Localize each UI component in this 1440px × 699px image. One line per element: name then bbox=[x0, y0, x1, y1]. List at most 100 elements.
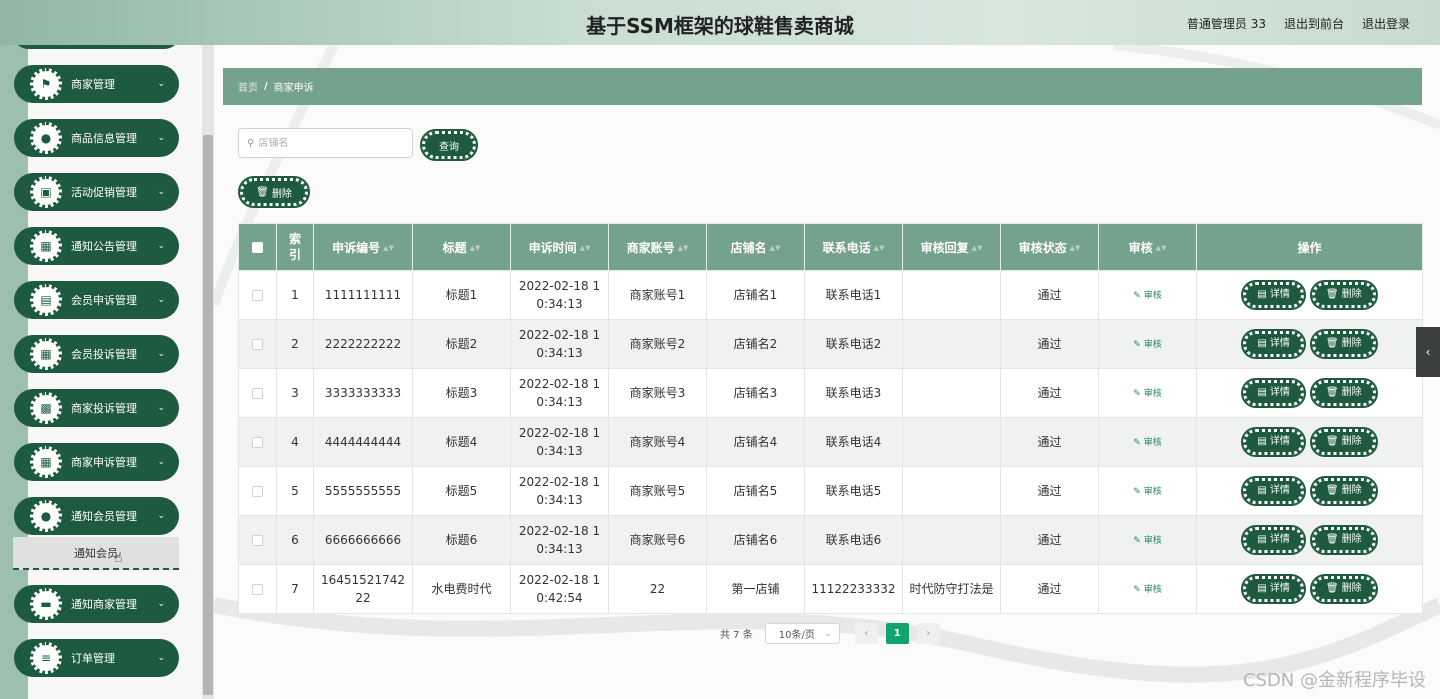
batch-delete-button[interactable]: 🗑 删除 bbox=[238, 176, 310, 208]
col-header-phone[interactable]: 联系电话 ▲▼ bbox=[804, 223, 903, 271]
cell-phone: 联系电话3 bbox=[804, 368, 903, 418]
audit-link[interactable]: ✎ 审核 bbox=[1133, 438, 1161, 448]
sidebar-item[interactable]: ▦ 会员投诉管理 ⌄ bbox=[14, 335, 179, 373]
sidebar-item[interactable]: ▬ 通知商家管理 ⌄ bbox=[14, 585, 179, 623]
audit-link[interactable]: ✎ 审核 bbox=[1133, 536, 1161, 546]
delete-button[interactable]: 🗑 删除 bbox=[1309, 525, 1378, 555]
sort-icon[interactable]: ▲▼ bbox=[874, 244, 885, 252]
row-select-cell[interactable] bbox=[238, 319, 277, 369]
breadcrumb: 首页 / 商家申诉 bbox=[223, 68, 1422, 105]
cell-no: 4444444444 bbox=[313, 417, 413, 467]
detail-button[interactable]: ▤ 详情 bbox=[1241, 476, 1306, 506]
query-button[interactable]: 查询 bbox=[420, 129, 478, 161]
back-to-front-link[interactable]: 退出到前台 bbox=[1284, 15, 1344, 32]
document-icon: ▤ bbox=[1257, 534, 1267, 545]
sort-icon[interactable]: ▲▼ bbox=[1070, 244, 1081, 252]
sidebar-item[interactable]: ▤ 会员申诉管理 ⌄ bbox=[14, 281, 179, 319]
shop-name-search-input[interactable] bbox=[258, 137, 399, 149]
top-header: 基于SSM框架的球鞋售卖商城 普通管理员 33 退出到前台 退出登录 bbox=[0, 0, 1440, 45]
row-checkbox[interactable] bbox=[252, 584, 263, 595]
prev-page-button[interactable]: ‹ bbox=[854, 623, 878, 644]
cell-shop: 店铺名3 bbox=[706, 368, 805, 418]
col-header-no[interactable]: 申诉编号 ▲▼ bbox=[313, 223, 413, 271]
row-checkbox[interactable] bbox=[252, 486, 263, 497]
row-checkbox[interactable] bbox=[252, 290, 263, 301]
audit-link[interactable]: ✎ 审核 bbox=[1133, 585, 1161, 595]
sidebar-item[interactable]: ▦ 通知公告管理 ⌄ bbox=[14, 227, 179, 265]
cell-phone: 联系电话1 bbox=[804, 270, 903, 320]
select-all-checkbox[interactable] bbox=[252, 242, 263, 253]
col-header-account[interactable]: 商家账号 ▲▼ bbox=[608, 223, 707, 271]
detail-button[interactable]: ▤ 详情 bbox=[1241, 525, 1306, 555]
row-checkbox[interactable] bbox=[252, 339, 263, 350]
cell-reply bbox=[902, 466, 1001, 516]
sidebar-item[interactable]: ● 商品信息管理 ⌄ bbox=[14, 119, 179, 157]
detail-button[interactable]: ▤ 详情 bbox=[1241, 280, 1306, 310]
row-select-cell[interactable] bbox=[238, 417, 277, 467]
detail-button[interactable]: ▤ 详情 bbox=[1241, 329, 1306, 359]
next-page-button[interactable]: › bbox=[916, 623, 940, 644]
select-all-cell[interactable] bbox=[238, 223, 277, 271]
row-checkbox[interactable] bbox=[252, 535, 263, 546]
detail-button[interactable]: ▤ 详情 bbox=[1241, 378, 1306, 408]
row-select-cell[interactable] bbox=[238, 515, 277, 565]
sidebar-item[interactable]: ● 通知会员管理 ⌄ bbox=[14, 497, 179, 535]
document-icon: ▤ bbox=[30, 284, 62, 316]
sidebar-item-label: 商家投诉管理 bbox=[71, 402, 137, 415]
cell-account: 商家账号6 bbox=[608, 515, 707, 565]
row-checkbox[interactable] bbox=[252, 437, 263, 448]
detail-button[interactable]: ▤ 详情 bbox=[1241, 574, 1306, 604]
col-header-time[interactable]: 申诉时间 ▲▼ bbox=[510, 223, 609, 271]
sidebar-item[interactable]: ▩ 商家投诉管理 ⌄ bbox=[14, 389, 179, 427]
row-select-cell[interactable] bbox=[238, 270, 277, 320]
row-checkbox[interactable] bbox=[252, 388, 263, 399]
col-header-audit[interactable]: 审核 ▲▼ bbox=[1098, 223, 1197, 271]
cell-reply bbox=[902, 319, 1001, 369]
audit-link[interactable]: ✎ 审核 bbox=[1133, 487, 1161, 497]
audit-link[interactable]: ✎ 审核 bbox=[1133, 389, 1161, 399]
delete-button[interactable]: 🗑 删除 bbox=[1309, 574, 1378, 604]
sidebar-scrollbar-thumb[interactable] bbox=[203, 135, 213, 695]
col-header-title[interactable]: 标题 ▲▼ bbox=[412, 223, 511, 271]
delete-button[interactable]: 🗑 删除 bbox=[1309, 378, 1378, 408]
table-row: 6 6666666666 标题6 2022-02-18 10:34:13 商家账号6 店铺… bbox=[238, 515, 1423, 565]
trash-icon: 🗑 bbox=[256, 186, 269, 198]
sidebar-item-partial[interactable] bbox=[14, 45, 179, 49]
page-button-current[interactable]: 1 bbox=[885, 623, 909, 644]
row-select-cell[interactable] bbox=[238, 466, 277, 516]
submenu-item-notify-member[interactable]: 通知会员 bbox=[13, 537, 179, 570]
col-header-shop[interactable]: 店铺名 ▲▼ bbox=[706, 223, 805, 271]
shop-name-search-field[interactable]: ⚲ bbox=[238, 128, 413, 158]
detail-button[interactable]: ▤ 详情 bbox=[1241, 427, 1306, 457]
cell-title: 标题2 bbox=[412, 319, 511, 369]
sort-icon[interactable]: ▲▼ bbox=[1156, 244, 1167, 252]
delete-button[interactable]: 🗑 删除 bbox=[1309, 427, 1378, 457]
sort-icon[interactable]: ▲▼ bbox=[770, 244, 781, 252]
sort-icon[interactable]: ▲▼ bbox=[580, 244, 591, 252]
delete-button[interactable]: 🗑 删除 bbox=[1309, 476, 1378, 506]
delete-button[interactable]: 🗑 删除 bbox=[1309, 280, 1378, 310]
sort-icon[interactable]: ▲▼ bbox=[678, 244, 689, 252]
breadcrumb-home[interactable]: 首页 bbox=[238, 79, 258, 94]
delete-button[interactable]: 🗑 删除 bbox=[1309, 329, 1378, 359]
collapse-panel-tab[interactable]: ‹ bbox=[1416, 327, 1440, 377]
logout-link[interactable]: 退出登录 bbox=[1362, 15, 1410, 32]
audit-link[interactable]: ✎ 审核 bbox=[1133, 291, 1161, 301]
col-header-status[interactable]: 审核状态 ▲▼ bbox=[1000, 223, 1099, 271]
sidebar-item[interactable]: ▦ 商家申诉管理 ⌄ bbox=[14, 443, 179, 481]
row-select-cell[interactable] bbox=[238, 368, 277, 418]
sort-icon[interactable]: ▲▼ bbox=[470, 244, 481, 252]
sort-icon[interactable]: ▲▼ bbox=[383, 244, 394, 252]
cell-no: 5555555555 bbox=[313, 466, 413, 516]
edit-icon: ✎ bbox=[1133, 438, 1141, 448]
audit-link[interactable]: ✎ 审核 bbox=[1133, 340, 1161, 350]
sort-icon[interactable]: ▲▼ bbox=[972, 244, 983, 252]
sidebar-item[interactable]: ▣ 活动促销管理 ⌄ bbox=[14, 173, 179, 211]
page-size-select[interactable]: 10条/页 ⌄ bbox=[764, 623, 840, 644]
breadcrumb-separator: / bbox=[264, 81, 268, 92]
document-icon: ▤ bbox=[1257, 436, 1267, 447]
row-select-cell[interactable] bbox=[238, 564, 277, 614]
sidebar-item[interactable]: ≡ 订单管理 ⌄ bbox=[14, 639, 179, 677]
col-header-reply[interactable]: 审核回复 ▲▼ bbox=[902, 223, 1001, 271]
sidebar-item[interactable]: ⚑ 商家管理 ⌄ bbox=[14, 65, 179, 103]
